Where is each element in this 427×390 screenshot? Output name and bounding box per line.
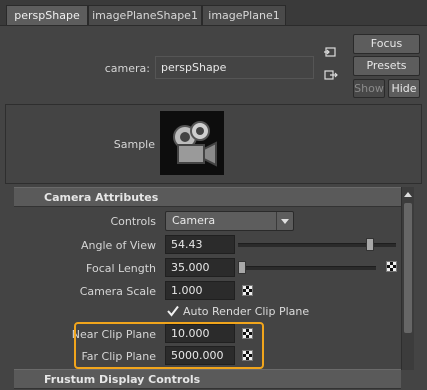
angle-of-view-slider-handle[interactable]	[365, 238, 374, 251]
auto-render-clip-label: Auto Render Clip Plane	[183, 305, 310, 318]
camera-label: camera:	[104, 62, 150, 75]
map-texture-button[interactable]	[386, 261, 397, 272]
show-button[interactable]: Show	[353, 79, 385, 98]
presets-button[interactable]: Presets	[353, 56, 420, 76]
camera-scale-label: Camera Scale	[79, 285, 156, 298]
scrollbar-thumb[interactable]	[404, 203, 412, 333]
tab-imageplane1[interactable]: imagePlane1	[202, 5, 286, 25]
camera-scale-field[interactable]: 1.000	[165, 281, 235, 300]
input-connection-icon[interactable]	[324, 47, 336, 57]
sample-label: Sample	[113, 138, 155, 151]
frustum-display-controls-header[interactable]: Frustum Display Controls	[14, 369, 401, 389]
controls-label: Controls	[110, 215, 157, 228]
tab-perspshape[interactable]: perspShape	[6, 5, 88, 25]
tab-imageplaneshape1[interactable]: imagePlaneShape1	[88, 5, 202, 25]
camera-attributes-header[interactable]: Camera Attributes	[14, 187, 401, 207]
focal-length-slider-handle[interactable]	[238, 261, 246, 274]
hide-button[interactable]: Hide	[388, 79, 420, 98]
controls-value: Camera	[172, 214, 216, 227]
tab-bar: perspShape imagePlaneShape1 imagePlane1	[0, 0, 427, 26]
angle-of-view-field[interactable]: 54.43	[165, 235, 235, 254]
camera-sample-icon	[160, 111, 224, 175]
clip-plane-highlight	[74, 322, 264, 369]
scrollbar[interactable]	[401, 187, 414, 370]
map-texture-button[interactable]	[242, 285, 253, 296]
focal-length-field[interactable]: 35.000	[165, 258, 235, 277]
section-title: Frustum Display Controls	[44, 373, 201, 386]
angle-of-view-label: Angle of View	[80, 239, 156, 252]
divider	[0, 25, 427, 26]
camera-name-field[interactable]: perspShape	[155, 56, 314, 79]
focus-button[interactable]: Focus	[353, 34, 420, 54]
section-title: Camera Attributes	[44, 191, 159, 204]
auto-render-clip-checkbox[interactable]	[167, 305, 179, 317]
output-connection-icon[interactable]	[324, 70, 338, 80]
focal-length-label: Focal Length	[86, 262, 156, 275]
scroll-up-icon[interactable]	[402, 189, 414, 201]
controls-dropdown[interactable]: Camera	[165, 211, 294, 231]
chevron-down-icon	[276, 212, 293, 230]
focal-length-slider[interactable]	[238, 266, 376, 270]
